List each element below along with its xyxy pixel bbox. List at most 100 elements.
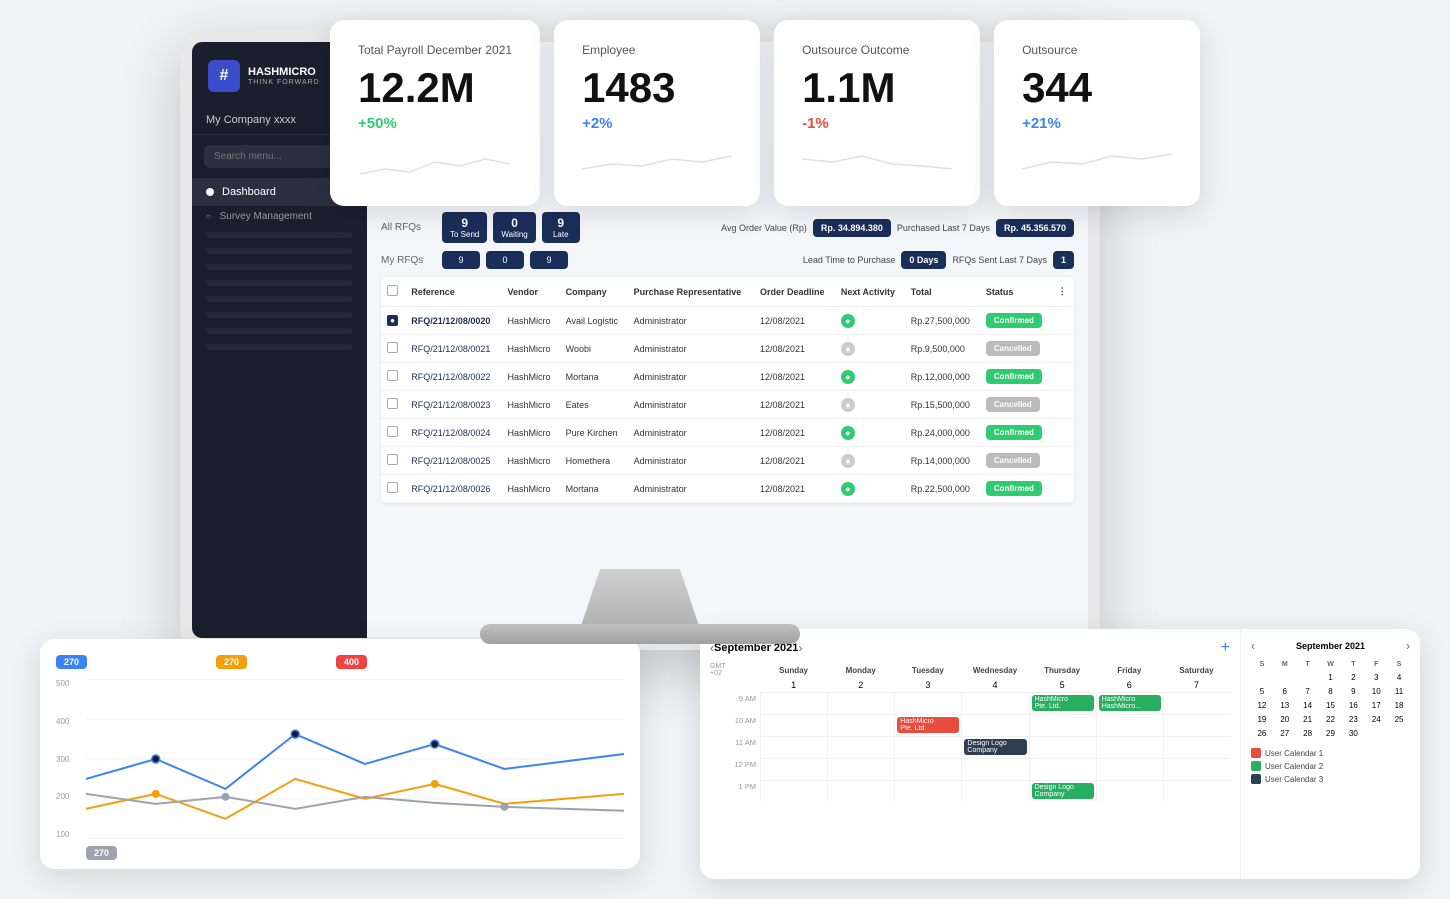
mini-date-12[interactable]: 12: [1251, 699, 1273, 712]
row-actions-6: [1052, 475, 1074, 503]
cal-event-hashmicro-fri[interactable]: HashMicroHashMicro...: [1099, 695, 1161, 711]
mini-date-29[interactable]: 29: [1320, 727, 1342, 740]
mini-date-27[interactable]: 27: [1274, 727, 1296, 740]
my-late-value: 9: [546, 255, 551, 265]
mini-date-15[interactable]: 15: [1320, 699, 1342, 712]
status-badge-6: Confirmed: [986, 481, 1042, 496]
kpi-employee-chart: [582, 144, 732, 179]
mini-hdr-s2: S: [1388, 659, 1410, 670]
row-ref-4: RFQ/21/12/08/0024: [405, 419, 501, 447]
menu-divider-4: [206, 280, 353, 286]
row-checkbox-0[interactable]: ●: [387, 315, 398, 326]
mini-date-14[interactable]: 14: [1297, 699, 1319, 712]
cal-next-btn[interactable]: ›: [798, 641, 802, 655]
mini-date-8[interactable]: 8: [1320, 685, 1342, 698]
cal-event-design-logo[interactable]: Design LogoCompany: [964, 739, 1026, 755]
row-checkbox-6[interactable]: [387, 482, 398, 493]
logo-text-container: HASHMICRO THINK FORWARD: [248, 66, 320, 86]
to-send-btn[interactable]: 9 To Send: [442, 212, 487, 243]
kpi-employee-value: 1483: [582, 67, 732, 109]
mini-date-16[interactable]: 16: [1342, 699, 1364, 712]
row-checkbox-5[interactable]: [387, 454, 398, 465]
mini-date-26[interactable]: 26: [1251, 727, 1273, 740]
mini-date-18[interactable]: 18: [1388, 699, 1410, 712]
cal-date-1: 1: [760, 678, 827, 692]
kpi-right-group-2: Lead Time to Purchase 0 Days RFQs Sent L…: [803, 251, 1074, 269]
mini-date-17[interactable]: 17: [1365, 699, 1387, 712]
y-500: 500: [56, 679, 86, 688]
my-late-btn[interactable]: 9: [530, 251, 568, 269]
brand-name: HASHMICRO: [248, 66, 320, 79]
mini-date-10[interactable]: 10: [1365, 685, 1387, 698]
mini-date-21[interactable]: 21: [1297, 713, 1319, 726]
y-400: 400: [56, 717, 86, 726]
row-actions-3: [1052, 391, 1074, 419]
activity-icon-0: ●: [841, 314, 855, 328]
add-event-btn[interactable]: +: [1221, 639, 1230, 657]
my-waiting-btn[interactable]: 0: [486, 251, 524, 269]
waiting-btn[interactable]: 0 Waiting: [493, 212, 535, 243]
hashmicro-logo-icon: #: [208, 60, 240, 92]
mini-date-22[interactable]: 22: [1320, 713, 1342, 726]
select-all-checkbox[interactable]: [387, 285, 398, 296]
row-ref-5: RFQ/21/12/08/0025: [405, 447, 501, 475]
mini-date-3[interactable]: 3: [1365, 671, 1387, 684]
mini-date-4[interactable]: 4: [1388, 671, 1410, 684]
cal-wednesday-header: Wednesday: [961, 663, 1028, 678]
mini-date-28[interactable]: 28: [1297, 727, 1319, 740]
mini-date-20[interactable]: 20: [1274, 713, 1296, 726]
mini-cal-prev[interactable]: ‹: [1251, 639, 1255, 653]
waiting-label: Waiting: [501, 230, 527, 239]
kpi-payroll-change: +50%: [358, 115, 512, 132]
cal-event-hashmicro-tue[interactable]: HashMicroPte. Ltd.: [897, 717, 959, 733]
kpi-cards-container: Total Payroll December 2021 12.2M +50% E…: [330, 20, 1200, 206]
sidebar-item-survey-management[interactable]: ○ Survey Management: [192, 206, 367, 227]
mini-date-7[interactable]: 7: [1297, 685, 1319, 698]
col-deadline: Order Deadline: [754, 277, 835, 307]
mini-date-5[interactable]: 5: [1251, 685, 1273, 698]
row-checkbox-1[interactable]: [387, 342, 398, 353]
row-checkbox-4[interactable]: [387, 426, 398, 437]
cal-cell-wed-1: [961, 780, 1028, 802]
col-total: Total: [905, 277, 980, 307]
cal-cell-tue-11: [894, 736, 961, 758]
row-deadline-5: 12/08/2021: [754, 447, 835, 475]
row-checkbox-3[interactable]: [387, 398, 398, 409]
x-label-270: 270: [86, 846, 117, 860]
row-rep-3: Administrator: [628, 391, 754, 419]
cal-cell-thu-11: [1029, 736, 1096, 758]
row-checkbox-cell: [381, 447, 405, 475]
row-deadline-0: 12/08/2021: [754, 307, 835, 335]
cal-date-spacer: [710, 678, 760, 692]
mini-hdr-s1: S: [1251, 659, 1273, 670]
row-deadline-4: 12/08/2021: [754, 419, 835, 447]
cal-event-hashmicro-thu[interactable]: HashMicroPte. Ltd.: [1032, 695, 1094, 711]
my-to-send-btn[interactable]: 9: [442, 251, 480, 269]
late-btn[interactable]: 9 Late: [542, 212, 580, 243]
mini-cal-next[interactable]: ›: [1406, 639, 1410, 653]
mini-date-1[interactable]: 1: [1320, 671, 1342, 684]
mini-date-6[interactable]: 6: [1274, 685, 1296, 698]
mini-date-9[interactable]: 9: [1342, 685, 1364, 698]
cal-cell-tue-12: [894, 758, 961, 780]
cal-cell-tue-9: [894, 692, 961, 714]
mini-date-13[interactable]: 13: [1274, 699, 1296, 712]
mini-date-19[interactable]: 19: [1251, 713, 1273, 726]
row-checkbox-cell: [381, 335, 405, 363]
mini-date-2[interactable]: 2: [1342, 671, 1364, 684]
row-checkbox-2[interactable]: [387, 370, 398, 381]
lead-time-value: 0 Days: [901, 251, 946, 269]
row-ref-3: RFQ/21/12/08/0023: [405, 391, 501, 419]
mini-date-25[interactable]: 25: [1388, 713, 1410, 726]
mini-date-23[interactable]: 23: [1342, 713, 1364, 726]
col-rep: Purchase Representative: [628, 277, 754, 307]
cal-event-design-logo-thu[interactable]: Design LogoCompany: [1032, 783, 1094, 799]
row-checkbox-cell: ●: [381, 307, 405, 335]
mini-date-11[interactable]: 11: [1388, 685, 1410, 698]
mini-date-24[interactable]: 24: [1365, 713, 1387, 726]
to-send-value: 9: [450, 216, 479, 230]
activity-icon-2: ●: [841, 370, 855, 384]
mini-hdr-m: M: [1274, 659, 1296, 670]
waiting-value: 0: [501, 216, 527, 230]
mini-date-30[interactable]: 30: [1342, 727, 1364, 740]
